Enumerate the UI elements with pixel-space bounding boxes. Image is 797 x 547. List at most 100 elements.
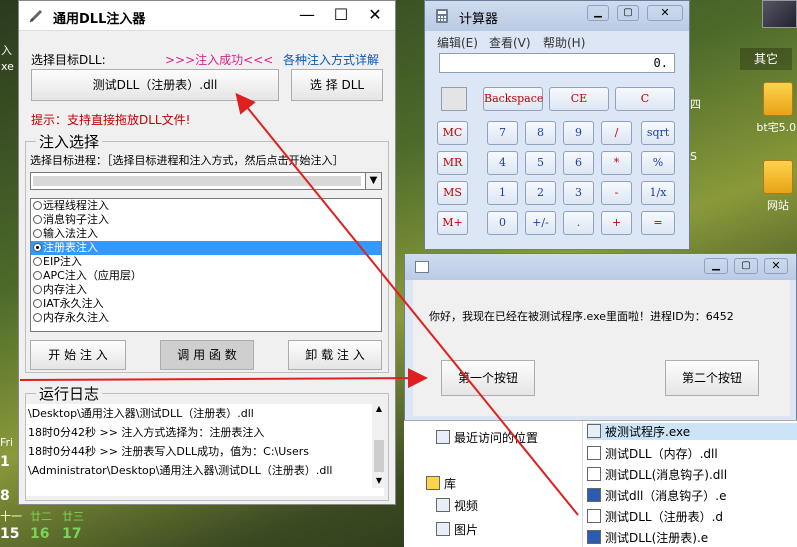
calc-key-button[interactable]: 9 (563, 121, 594, 145)
calc-key-button[interactable]: 7 (487, 121, 518, 145)
method-option[interactable]: EIP注入 (31, 255, 381, 269)
injector-titlebar[interactable]: 通用DLL注入器 — ☐ ✕ (19, 1, 395, 31)
scroll-down-icon[interactable]: ▼ (372, 476, 386, 488)
desktop-partial-label: S (690, 150, 697, 163)
method-option[interactable]: 内存注入 (31, 283, 381, 297)
file-item[interactable]: 测试DLL(消息钩子).dll (587, 466, 727, 483)
calc-key-button[interactable]: MC (437, 121, 468, 145)
drag-drop-tip: 提示：支持直接拖放DLL文件! (31, 113, 191, 127)
calculator-titlebar[interactable]: 计算器 ▁ ▢ ✕ (425, 1, 689, 31)
log-title: 运行日志 (36, 383, 103, 404)
calc-key-button[interactable]: + (601, 211, 632, 235)
radio-icon[interactable] (33, 257, 42, 266)
calc-key-button[interactable]: 5 (525, 151, 556, 175)
close-icon[interactable]: ✕ (764, 258, 788, 274)
scroll-up-icon[interactable]: ▲ (372, 404, 386, 416)
calc-key-button[interactable]: / (601, 121, 632, 145)
calc-key-button[interactable]: % (641, 151, 675, 175)
nav-item-label: 最近访问的位置 (454, 431, 539, 445)
file-item[interactable]: 被测试程序.exe (587, 423, 797, 440)
minimize-icon[interactable]: — (299, 6, 315, 24)
calc-key-button[interactable]: M+ (437, 211, 468, 235)
method-label: EIP注入 (43, 255, 82, 268)
calc-key-button[interactable]: = (641, 211, 675, 235)
maximize-icon[interactable]: ▢ (734, 258, 758, 274)
exe-icon (587, 424, 601, 438)
desktop-icon-web[interactable]: 网站 (748, 160, 797, 213)
calc-key-button[interactable]: 3 (563, 181, 594, 205)
desktop-partial-label: 四 (690, 98, 701, 111)
log-scrollbar[interactable]: ▲ ▼ (372, 404, 386, 488)
select-dll-button[interactable]: 选 择 DLL (291, 69, 383, 101)
desktop-icon-bt[interactable]: bt宅5.0. (748, 82, 797, 135)
dll-path-button[interactable]: 测试DLL（注册表）.dll (31, 69, 279, 101)
file-item[interactable]: 测试dll（消息钩子）.e (587, 487, 726, 504)
method-option[interactable]: 消息钩子注入 (31, 213, 381, 227)
calc-key-button[interactable]: 8 (525, 121, 556, 145)
menu-edit[interactable]: 编辑(E) (437, 34, 478, 51)
method-option[interactable]: 远程线程注入 (31, 199, 381, 213)
methods-link[interactable]: 各种注入方式详解 (283, 51, 379, 68)
desktop-other-button[interactable]: 其它 (740, 48, 792, 70)
call-function-button[interactable]: 调 用 函 数 (160, 340, 254, 370)
method-option[interactable]: APC注入（应用层） (31, 269, 381, 283)
calc-key-button[interactable]: 6 (563, 151, 594, 175)
calc-key-button[interactable]: 0 (487, 211, 518, 235)
unload-button[interactable]: 卸 载 注 入 (288, 340, 382, 370)
close-icon[interactable]: ✕ (367, 6, 383, 24)
calc-key-button[interactable]: * (601, 151, 632, 175)
radio-icon[interactable] (33, 201, 42, 210)
radio-icon[interactable] (33, 313, 42, 322)
nav-item-pictures[interactable]: 图片 (436, 521, 478, 538)
method-option[interactable]: 内存永久注入 (31, 311, 381, 325)
second-button[interactable]: 第二个按钮 (665, 360, 759, 396)
method-option[interactable]: 输入法注入 (31, 227, 381, 241)
calc-key-button[interactable]: 4 (487, 151, 518, 175)
calc-key-button[interactable]: 1/x (641, 181, 675, 205)
library-icon (426, 476, 440, 490)
calc-key-button[interactable]: . (563, 211, 594, 235)
radio-icon[interactable] (33, 271, 42, 280)
file-item[interactable]: 测试DLL(注册表).e (587, 529, 708, 546)
first-button[interactable]: 第一个按钮 (441, 360, 535, 396)
method-option[interactable]: IAT永久注入 (31, 297, 381, 311)
calc-c-button[interactable]: C (615, 87, 675, 111)
radio-icon[interactable] (33, 243, 42, 252)
calc-key-button[interactable]: +/- (525, 211, 556, 235)
log-group: 运行日志 \Desktop\通用注入器\测试DLL（注册表）.dll 18时0分4… (25, 383, 389, 501)
file-item[interactable]: 测试DLL（注册表）.d (587, 508, 723, 525)
maximize-icon[interactable]: ▢ (617, 5, 639, 21)
file-item[interactable]: 测试DLL（内存）.dll (587, 445, 718, 462)
test-program-window: ▁ ▢ ✕ 你好，我现在已经在被测试程序.exe里面啦！进程ID为：6452 第… (404, 253, 797, 423)
maximize-icon[interactable]: ☐ (333, 6, 349, 24)
file-name: 测试dll（消息钩子）.e (605, 489, 727, 503)
minimize-icon[interactable]: ▁ (704, 258, 728, 274)
calc-ce-button[interactable]: CE (549, 87, 609, 111)
calc-key-button[interactable]: MS (437, 181, 468, 205)
log-area[interactable]: \Desktop\通用注入器\测试DLL（注册表）.dll 18时0分42秒 >>… (26, 404, 384, 496)
radio-icon[interactable] (33, 285, 42, 294)
radio-icon[interactable] (33, 215, 42, 224)
close-icon[interactable]: ✕ (647, 5, 683, 21)
process-select[interactable]: ▼ (30, 172, 382, 190)
calendar-lunar: 廿三 (62, 510, 84, 523)
calc-key-button[interactable]: sqrt (641, 121, 675, 145)
scroll-thumb[interactable] (374, 440, 384, 472)
chevron-down-icon[interactable]: ▼ (365, 173, 381, 189)
calc-backspace-button[interactable]: Backspace (483, 87, 543, 111)
method-option[interactable]: 注册表注入 (31, 241, 381, 255)
radio-icon[interactable] (33, 299, 42, 308)
radio-icon[interactable] (33, 229, 42, 238)
calc-key-button[interactable]: 1 (487, 181, 518, 205)
calc-key-button[interactable]: 2 (525, 181, 556, 205)
minimize-icon[interactable]: ▁ (587, 5, 609, 21)
test-program-titlebar[interactable]: ▁ ▢ ✕ (405, 254, 796, 280)
nav-item-recent[interactable]: 最近访问的位置 (436, 429, 538, 446)
nav-item-library[interactable]: 库 (426, 475, 456, 492)
start-inject-button[interactable]: 开 始 注 入 (30, 340, 126, 370)
calc-key-button[interactable]: - (601, 181, 632, 205)
calc-key-button[interactable]: MR (437, 151, 468, 175)
nav-item-video[interactable]: 视频 (436, 497, 478, 514)
menu-help[interactable]: 帮助(H) (543, 34, 585, 51)
menu-view[interactable]: 查看(V) (489, 34, 531, 51)
